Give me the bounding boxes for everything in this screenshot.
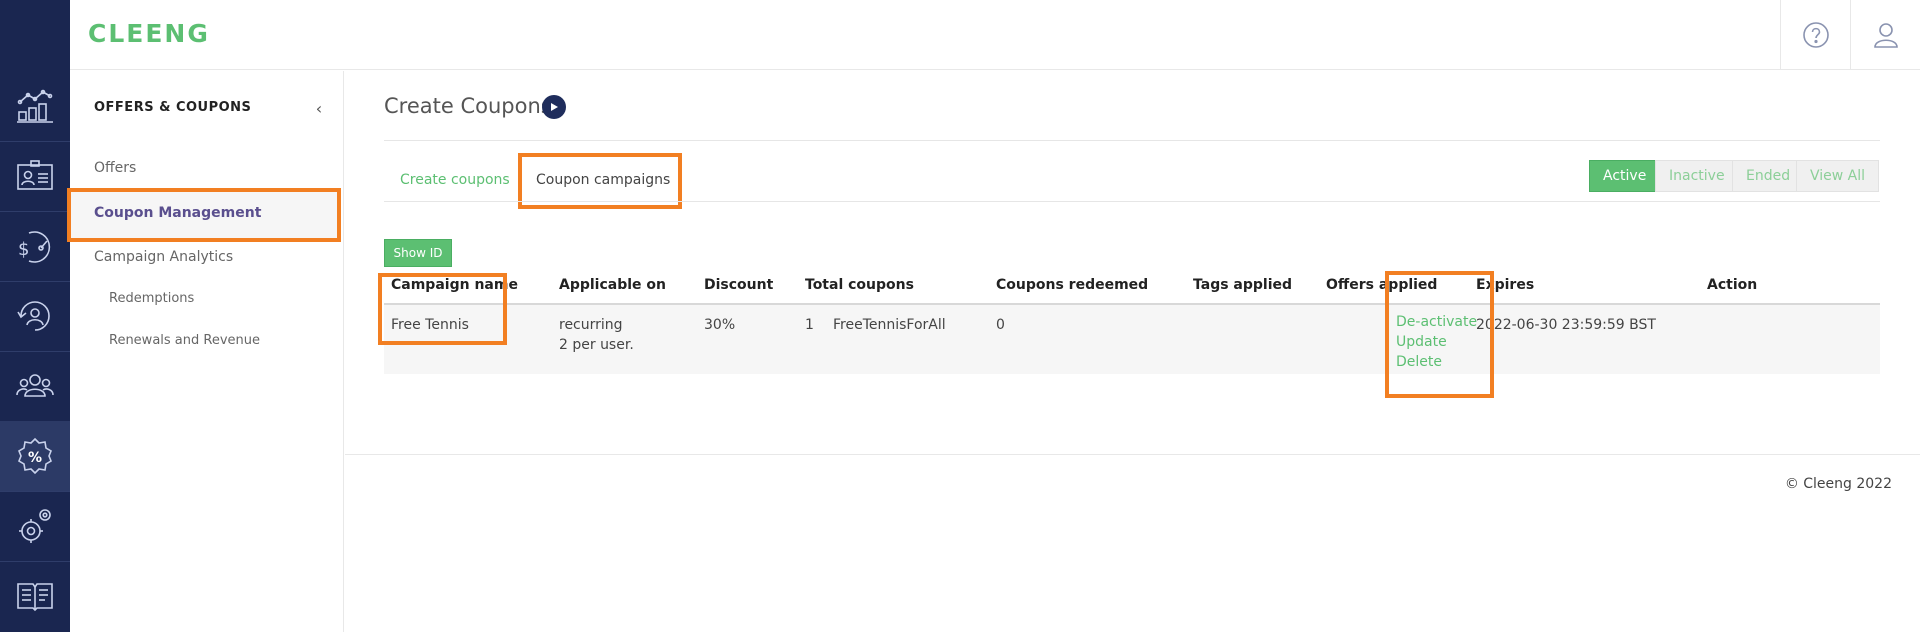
rail-documentation[interactable] <box>0 561 70 631</box>
page-title: Create Coupons <box>384 94 552 118</box>
show-id-button[interactable]: Show ID <box>384 239 452 267</box>
coupon-percent-icon: % <box>18 437 52 475</box>
revenue-gauge-icon: $ <box>18 231 51 263</box>
user-icon <box>1873 23 1898 48</box>
users-icon <box>16 374 54 397</box>
analytics-icon <box>17 89 53 123</box>
footer-divider <box>345 454 1920 455</box>
rail-analytics[interactable] <box>0 71 70 141</box>
rail-users[interactable] <box>0 351 70 421</box>
documentation-book-icon <box>17 583 53 612</box>
video-tutorial-button[interactable] <box>542 95 566 119</box>
divider <box>384 140 1880 141</box>
rail-customers[interactable] <box>0 141 70 211</box>
main-content: Create Coupons Create coupons Coupon cam… <box>345 71 1920 632</box>
sidebar-item-renewals-revenue[interactable]: Renewals and Revenue <box>109 333 260 348</box>
sidebar-item-redemptions[interactable]: Redemptions <box>109 291 194 306</box>
action-column-highlight <box>1385 271 1494 398</box>
play-icon <box>551 103 558 111</box>
cell-discount: 30% <box>704 317 736 333</box>
chevron-left-icon: ‹ <box>315 98 323 118</box>
column-header-tags-applied[interactable]: Tags applied <box>1193 277 1292 293</box>
filter-ended-button[interactable]: Ended <box>1732 160 1805 192</box>
column-header-coupons-redeemed[interactable]: Coupons redeemed <box>996 277 1148 293</box>
tab-coupon-campaigns[interactable]: Coupon campaigns <box>536 172 670 188</box>
column-header-discount[interactable]: Discount <box>704 277 773 293</box>
cell-total-coupons: 1 <box>805 317 814 333</box>
cell-applicable-on: recurring 2 per user. <box>559 315 634 355</box>
tabs-divider <box>384 201 1880 202</box>
retention-icon <box>17 301 50 331</box>
customer-card-icon <box>17 160 53 190</box>
cleeng-logo[interactable]: CLEENG <box>88 19 210 48</box>
rail-retention[interactable] <box>0 281 70 351</box>
column-header-action: Action <box>1707 277 1758 293</box>
campaign-name-highlight <box>378 273 507 345</box>
cell-expires: 2022-06-30 23:59:59 BST <box>1476 317 1656 333</box>
filter-inactive-button[interactable]: Inactive <box>1655 160 1739 192</box>
column-header-total-coupons[interactable]: Total coupons <box>805 277 914 293</box>
settings-gear-icon <box>19 509 51 543</box>
column-header-applicable-on[interactable]: Applicable on <box>559 277 666 293</box>
sidebar-item-offers[interactable]: Offers <box>94 160 136 176</box>
rail-coupons[interactable]: % <box>0 421 70 491</box>
cell-coupons-redeemed: 0 <box>996 317 1005 333</box>
sidebar-item-campaign-analytics[interactable]: Campaign Analytics <box>94 249 233 265</box>
sidebar-title: OFFERS & COUPONS <box>94 100 252 115</box>
cell-applicable-on-type: recurring <box>559 317 623 333</box>
collapse-sidebar-button[interactable]: ‹ <box>310 98 328 118</box>
cell-applicable-on-limit: 2 per user. <box>559 337 634 353</box>
svg-text:$: $ <box>18 239 29 260</box>
rail-settings[interactable] <box>0 491 70 561</box>
svg-text:%: % <box>28 450 42 466</box>
tab-create-coupons[interactable]: Create coupons <box>400 172 510 188</box>
help-button[interactable] <box>1780 0 1850 70</box>
help-icon <box>1802 22 1829 48</box>
sidebar-item-coupon-management[interactable]: Coupon Management <box>94 205 261 221</box>
icon-rail: $ % <box>0 0 70 632</box>
filter-view-all-button[interactable]: View All <box>1796 160 1880 192</box>
footer-copyright: © Cleeng 2022 <box>1784 476 1892 492</box>
account-button[interactable] <box>1850 0 1920 70</box>
sidebar: OFFERS & COUPONS ‹ Offers Coupon Managem… <box>67 71 344 632</box>
top-header: CLEENG <box>70 0 1920 70</box>
rail-revenue[interactable]: $ <box>0 211 70 281</box>
cell-coupon-code: FreeTennisForAll <box>833 317 946 333</box>
filter-active-button[interactable]: Active <box>1589 160 1661 192</box>
